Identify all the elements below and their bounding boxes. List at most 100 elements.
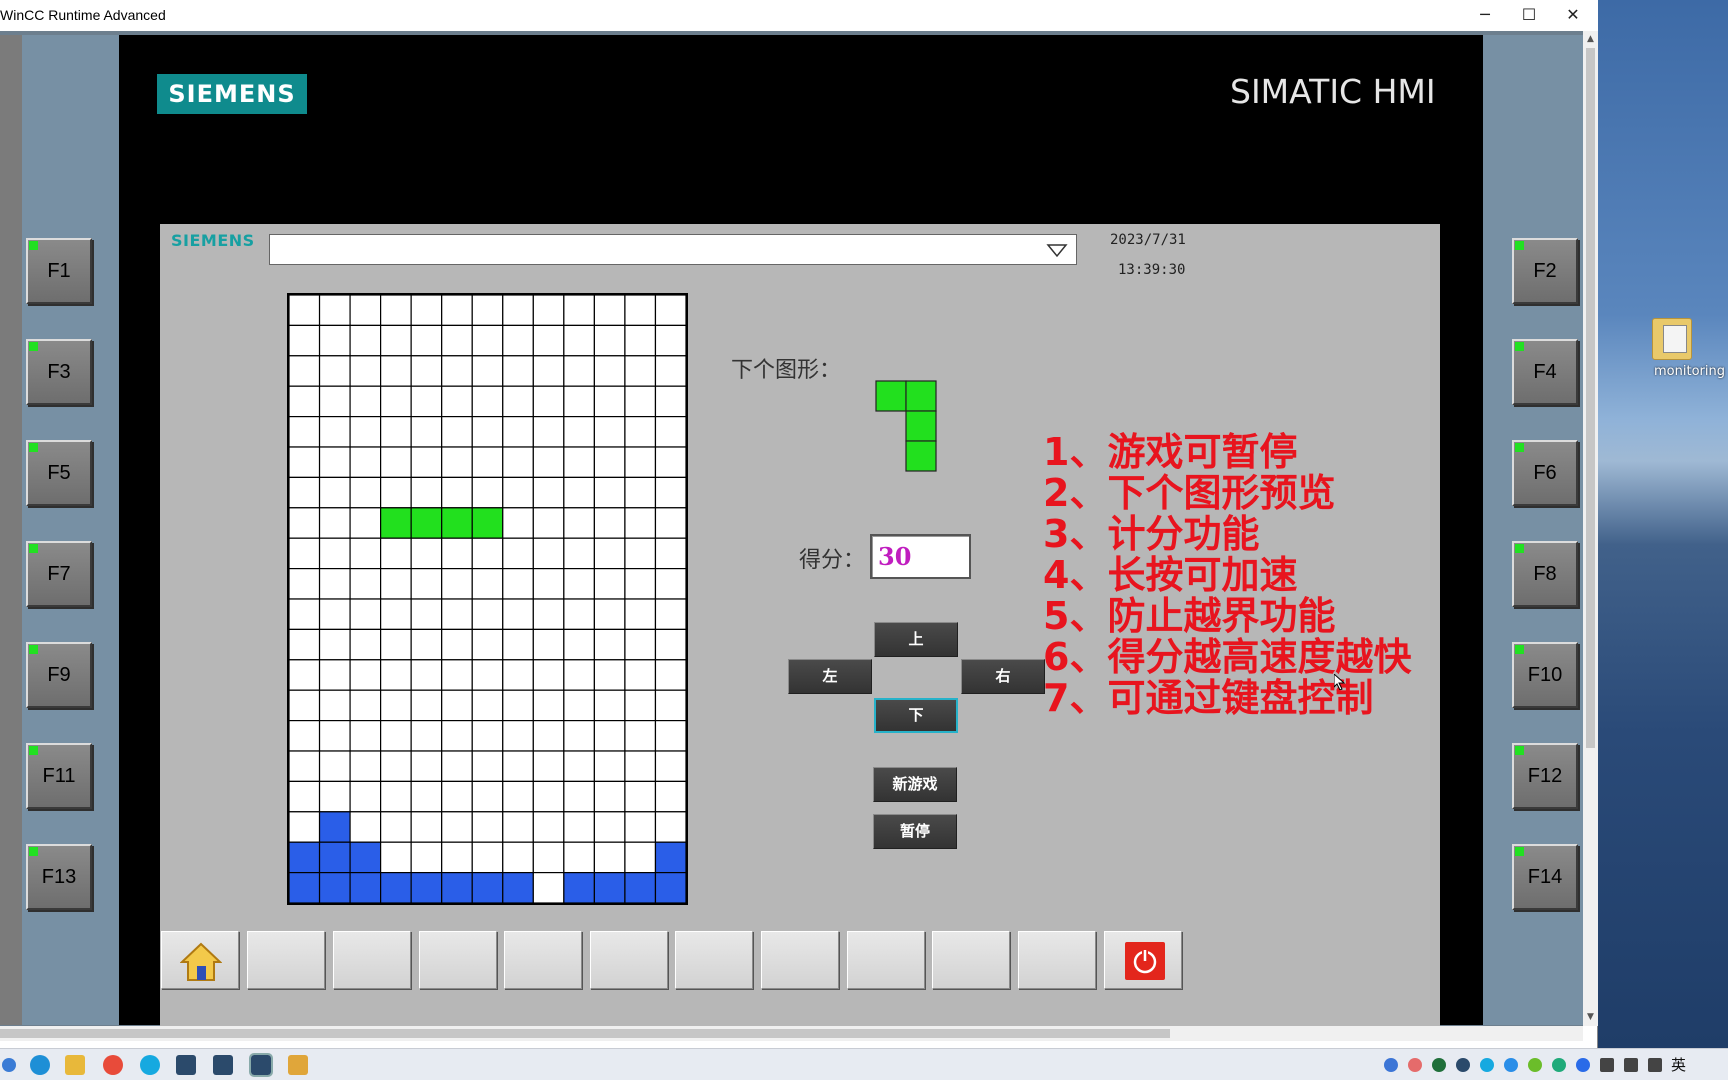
new-game-button[interactable]: 新游戏 [873, 767, 957, 802]
left-button[interactable]: 左 [788, 659, 872, 694]
board-cell-empty [471, 537, 504, 570]
tetris-board[interactable] [287, 293, 688, 905]
desktop-background [1598, 0, 1728, 1048]
plcsim-icon[interactable] [213, 1055, 233, 1075]
board-cell-empty [349, 780, 382, 813]
skype-icon[interactable] [140, 1055, 160, 1075]
fkey-f10[interactable]: F10 [1512, 642, 1578, 708]
toolbar-button-5[interactable] [504, 931, 582, 989]
fkey-f5[interactable]: F5 [26, 440, 92, 506]
board-cell-empty [563, 811, 595, 843]
board-cell-empty [654, 811, 686, 843]
board-cell-empty [654, 385, 686, 418]
monitoring-file-icon[interactable] [1652, 318, 1692, 360]
fkey-f1[interactable]: F1 [26, 238, 92, 304]
board-cell-empty [410, 568, 443, 600]
led-indicator [29, 847, 38, 856]
led-indicator [29, 443, 38, 452]
fkey-label: F10 [1527, 664, 1563, 686]
toolbar-button-10[interactable] [932, 931, 1010, 989]
bluetooth-icon[interactable] [1576, 1058, 1590, 1072]
tray-app-icon[interactable] [1504, 1058, 1518, 1072]
fkey-f7[interactable]: F7 [26, 541, 92, 607]
power-icon [1125, 942, 1165, 980]
board-cell-empty [502, 568, 534, 600]
up-button[interactable]: 上 [874, 622, 958, 657]
board-cell-empty [410, 324, 443, 357]
board-cell-empty [471, 568, 504, 600]
fkey-label: F5 [47, 462, 71, 484]
tray-app-icon[interactable] [1408, 1058, 1422, 1072]
pause-button[interactable]: 暂停 [873, 814, 957, 849]
tray-app-icon[interactable] [1528, 1058, 1542, 1072]
network-icon[interactable] [1648, 1058, 1662, 1072]
toolbar-button-11[interactable] [1018, 931, 1096, 989]
board-cell-empty [654, 415, 686, 448]
fkey-f3[interactable]: F3 [26, 339, 92, 405]
down-button[interactable]: 下 [874, 698, 958, 733]
horizontal-scroll-thumb[interactable] [0, 1029, 1170, 1038]
chrome-icon[interactable] [103, 1055, 123, 1075]
board-cell-empty [380, 841, 412, 874]
toolbar-button-2[interactable] [247, 931, 325, 989]
right-button[interactable]: 右 [961, 659, 1045, 694]
tia-portal-icon[interactable] [176, 1055, 196, 1075]
power-button[interactable] [1104, 931, 1182, 989]
file-explorer-icon[interactable] [65, 1055, 85, 1075]
board-cell-empty [563, 780, 595, 813]
board-cell-empty [441, 659, 473, 691]
tray-cloud-icon[interactable] [1384, 1058, 1398, 1072]
board-cell-empty [380, 476, 412, 509]
toolbar-button-6[interactable] [590, 931, 668, 989]
toolbar-button-7[interactable] [675, 931, 753, 989]
tray-app-icon[interactable] [1552, 1058, 1566, 1072]
maximize-button[interactable]: ☐ [1506, 2, 1552, 30]
fkey-f6[interactable]: F6 [1512, 440, 1578, 506]
fkey-f2[interactable]: F2 [1512, 238, 1578, 304]
board-cell-empty [563, 689, 595, 722]
input-language-indicator[interactable]: 英 [1671, 1054, 1686, 1075]
scroll-down-arrow-icon[interactable]: ▼ [1583, 1010, 1598, 1025]
board-cell-empty [593, 446, 626, 478]
board-cell-empty [654, 628, 686, 661]
close-button[interactable]: ✕ [1550, 2, 1596, 30]
toolbar-button-3[interactable] [333, 931, 411, 989]
scroll-up-arrow-icon[interactable]: ▲ [1583, 32, 1598, 47]
board-cell-empty [471, 598, 504, 630]
search-icon[interactable] [2, 1058, 16, 1072]
toolbar-button-8[interactable] [761, 931, 839, 989]
home-button[interactable] [161, 931, 239, 989]
horizontal-scrollbar[interactable] [0, 1026, 1583, 1041]
vertical-scrollbar[interactable]: ▲ ▼ [1583, 31, 1598, 1026]
fkey-f14[interactable]: F14 [1512, 844, 1578, 910]
tray-app-icon[interactable] [1432, 1058, 1446, 1072]
feature-item: 7、可通过键盘控制 [1043, 676, 1374, 720]
edge-browser-icon[interactable] [30, 1055, 50, 1075]
wincc-taskbar-icon[interactable] [249, 1053, 273, 1077]
board-cell-empty [624, 841, 657, 874]
toolbar-button-9[interactable] [847, 931, 925, 989]
fkey-f12[interactable]: F12 [1512, 743, 1578, 809]
fkey-f11[interactable]: F11 [26, 743, 92, 809]
screen-select-dropdown[interactable] [269, 234, 1077, 265]
board-cell-empty [318, 324, 351, 357]
battery-icon[interactable] [1600, 1058, 1614, 1072]
led-indicator [29, 544, 38, 553]
tray-app-icon[interactable] [1456, 1058, 1470, 1072]
minimize-button[interactable]: ─ [1462, 2, 1508, 30]
chevron-down-icon[interactable] [1046, 242, 1068, 258]
board-cell-empty [380, 750, 412, 782]
app-taskbar-icon[interactable] [288, 1055, 308, 1075]
volume-icon[interactable] [1624, 1058, 1638, 1072]
fkey-label: F12 [1527, 765, 1563, 787]
tray-app-icon[interactable] [1480, 1058, 1494, 1072]
fkey-f4[interactable]: F4 [1512, 339, 1578, 405]
board-cell-empty [318, 598, 351, 630]
board-cell-empty [289, 324, 321, 357]
vertical-scroll-thumb[interactable] [1586, 48, 1595, 748]
board-cell-settled [289, 841, 321, 874]
fkey-f13[interactable]: F13 [26, 844, 92, 910]
toolbar-button-4[interactable] [419, 931, 497, 989]
fkey-f9[interactable]: F9 [26, 642, 92, 708]
fkey-f8[interactable]: F8 [1512, 541, 1578, 607]
